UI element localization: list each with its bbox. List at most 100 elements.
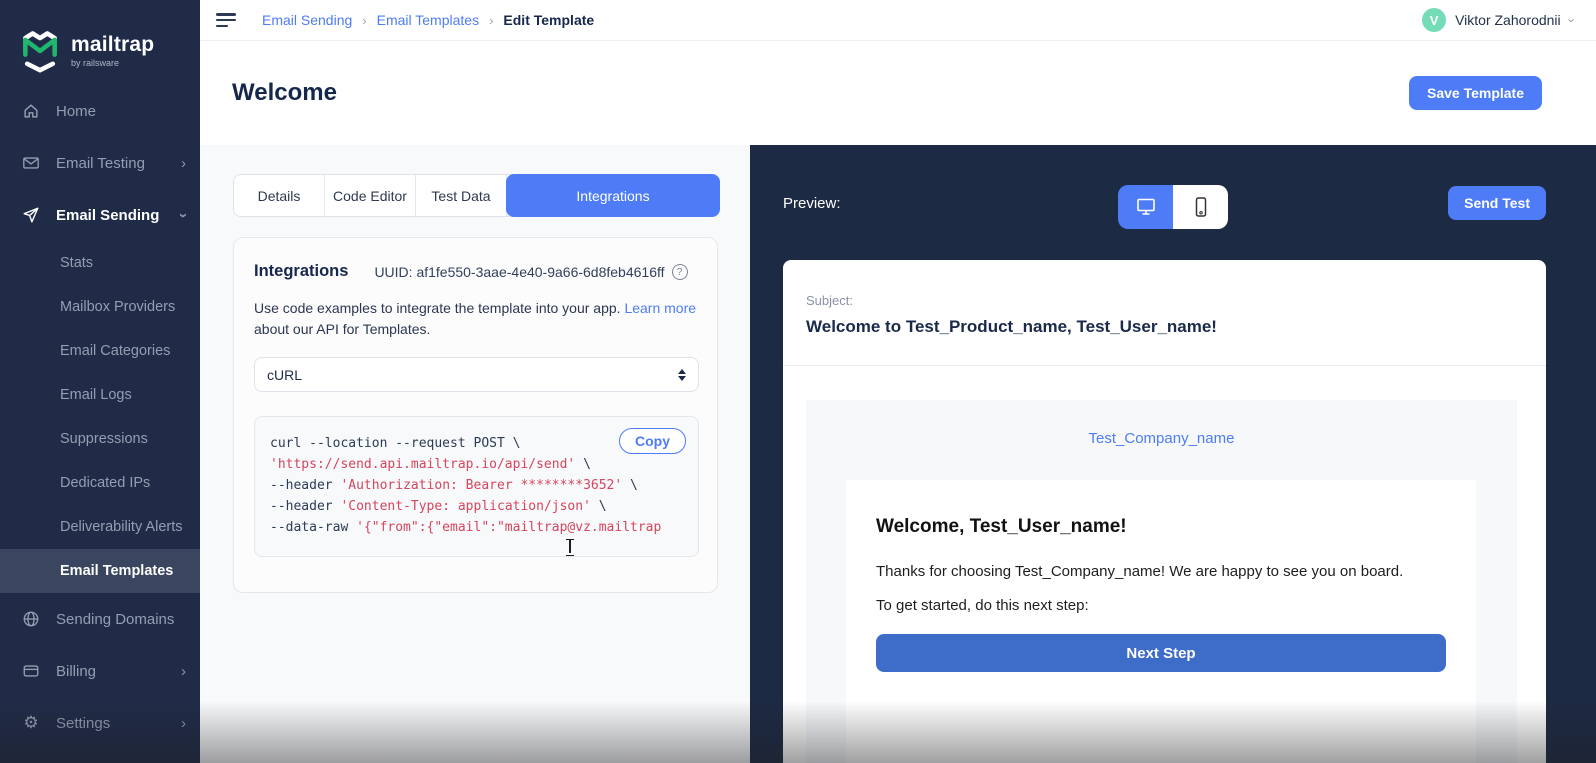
sidebar-item-label: Settings [56, 715, 110, 732]
breadcrumb-separator: › [362, 13, 366, 28]
help-icon[interactable]: ? [672, 264, 688, 280]
brand-tagline: by railsware [71, 58, 154, 68]
sidebar-item-mailbox-providers[interactable]: Mailbox Providers [0, 285, 200, 329]
content: Details Code Editor Test Data Integratio… [200, 145, 1596, 763]
select-arrows-icon [678, 369, 686, 381]
gear-icon: ⚙ [20, 713, 42, 733]
breadcrumb-separator: › [489, 13, 493, 28]
topbar: Email Sending › Email Templates › Edit T… [200, 0, 1596, 41]
avatar: V [1422, 8, 1446, 32]
email-body-background: Test_Company_name Welcome, Test_User_nam… [806, 400, 1517, 763]
sidebar-item-suppressions[interactable]: Suppressions [0, 417, 200, 461]
description-text: Use code examples to integrate the templ… [254, 300, 624, 316]
sidebar-item-label: Email Logs [60, 387, 132, 403]
email-body-card: Welcome, Test_User_name! Thanks for choo… [846, 480, 1476, 763]
email-preview-card: Subject: Welcome to Test_Product_name, T… [783, 260, 1546, 763]
desktop-preview-button[interactable] [1118, 185, 1173, 229]
integrations-card: Integrations UUID: af1fe550-3aae-4e40-9a… [233, 237, 718, 593]
mailtrap-app: mailtrap by railsware ⚙ Home Email Testi… [0, 0, 1596, 763]
desktop-icon [1135, 197, 1157, 217]
mailtrap-logo-icon [18, 27, 62, 73]
next-step-button[interactable]: Next Step [876, 634, 1446, 672]
email-heading: Welcome, Test_User_name! [876, 516, 1446, 538]
sidebar-item-label: Email Templates [60, 563, 173, 579]
sidebar-item-home[interactable]: ⚙ Home [0, 85, 200, 137]
tab-details[interactable]: Details [234, 175, 325, 216]
email-body-text: Thanks for choosing Test_Company_name! W… [876, 563, 1446, 580]
company-name-link[interactable]: Test_Company_name [806, 430, 1517, 447]
preview-label: Preview: [783, 195, 841, 212]
integrations-description: Use code examples to integrate the templ… [254, 298, 697, 340]
sidebar-item-stats[interactable]: Stats [0, 241, 200, 285]
sidebar-item-email-templates[interactable]: Email Templates [0, 549, 200, 593]
tab-integrations[interactable]: Integrations [506, 174, 720, 217]
sidebar-item-label: Mailbox Providers [60, 299, 175, 315]
sidebar-item-label: Deliverability Alerts [60, 519, 183, 535]
code-line: --header 'Content-Type: application/json… [270, 496, 686, 517]
template-uuid: UUID: af1fe550-3aae-4e40-9a66-6d8feb4616… [374, 264, 664, 280]
sidebar-item-label: Home [56, 103, 96, 120]
envelope-icon [20, 154, 42, 172]
sidebar-item-dedicated-ips[interactable]: Dedicated IPs [0, 461, 200, 505]
user-name: Viktor Zahorodnii [1455, 12, 1561, 28]
sidebar-item-deliverability-alerts[interactable]: Deliverability Alerts [0, 505, 200, 549]
sidebar-item-label: Billing [56, 663, 96, 680]
sidebar-item-label: Suppressions [60, 431, 148, 447]
sidebar-item-sending-domains[interactable]: Sending Domains [0, 593, 200, 645]
breadcrumb-email-sending[interactable]: Email Sending [262, 12, 352, 28]
code-snippet[interactable]: curl --location --request POST \ 'https:… [254, 416, 699, 557]
sidebar-item-email-categories[interactable]: Email Categories [0, 329, 200, 373]
chevron-right-icon: › [181, 156, 186, 171]
email-body-text: To get started, do this next step: [876, 597, 1446, 614]
description-text: about our API for Templates. [254, 321, 430, 337]
send-icon [20, 206, 42, 224]
sidebar-item-email-testing[interactable]: Email Testing › [0, 137, 200, 189]
learn-more-link[interactable]: Learn more [624, 300, 696, 316]
integrations-heading: Integrations [254, 262, 348, 281]
email-subject: Welcome to Test_Product_name, Test_User_… [806, 317, 1546, 337]
tab-test-data[interactable]: Test Data [416, 175, 507, 216]
sidebar-item-label: Email Sending [56, 207, 159, 224]
chevron-right-icon: › [181, 664, 186, 679]
code-line: --data-raw '{"from":{"email":"mailtrap@v… [270, 517, 686, 538]
chevron-down-icon: › [1564, 18, 1579, 22]
sidebar: mailtrap by railsware ⚙ Home Email Testi… [0, 0, 200, 763]
template-editor-pane: Details Code Editor Test Data Integratio… [200, 145, 750, 763]
sidebar-item-email-logs[interactable]: Email Logs [0, 373, 200, 417]
mobile-preview-button[interactable] [1173, 185, 1228, 229]
tab-code-editor[interactable]: Code Editor [325, 175, 416, 216]
code-line: 'https://send.api.mailtrap.io/api/send' … [270, 454, 686, 475]
code-line: --header 'Authorization: Bearer ********… [270, 475, 686, 496]
page-title: Welcome [232, 79, 337, 107]
copy-button[interactable]: Copy [619, 428, 686, 454]
subject-label: Subject: [806, 293, 1546, 308]
breadcrumb-email-templates[interactable]: Email Templates [377, 12, 479, 28]
credit-card-icon [20, 662, 42, 680]
sidebar-item-billing[interactable]: Billing › [0, 645, 200, 697]
send-test-button[interactable]: Send Test [1448, 186, 1546, 220]
sidebar-item-label: Sending Domains [56, 611, 174, 628]
device-toggle [1118, 185, 1228, 229]
mailtrap-logo[interactable]: mailtrap by railsware [0, 0, 200, 84]
sidebar-item-email-sending[interactable]: Email Sending › [0, 189, 200, 241]
hamburger-menu-icon[interactable] [216, 13, 236, 27]
breadcrumb: Email Sending › Email Templates › Edit T… [262, 12, 594, 28]
chevron-right-icon: › [181, 716, 186, 731]
preview-pane: Preview: Send Test Subject: Welcome to T… [750, 145, 1596, 763]
language-select[interactable]: cURL [254, 357, 699, 392]
sidebar-item-label: Email Testing [56, 155, 145, 172]
breadcrumb-current: Edit Template [503, 12, 594, 28]
sidebar-item-label: Stats [60, 255, 93, 271]
sidebar-item-label: Email Categories [60, 343, 170, 359]
language-select-value: cURL [267, 367, 302, 383]
globe-icon [20, 610, 42, 628]
chevron-down-icon: › [176, 213, 191, 218]
mobile-icon [1194, 196, 1208, 218]
divider [783, 365, 1546, 366]
user-menu[interactable]: V Viktor Zahorodnii › [1422, 8, 1574, 32]
sidebar-item-settings[interactable]: ⚙ Settings › [0, 697, 200, 749]
template-tabs: Details Code Editor Test Data Integratio… [233, 174, 720, 217]
home-icon [20, 102, 42, 120]
save-template-button[interactable]: Save Template [1409, 76, 1542, 110]
sidebar-nav: ⚙ Home Email Testing › Email Sending › [0, 85, 200, 749]
